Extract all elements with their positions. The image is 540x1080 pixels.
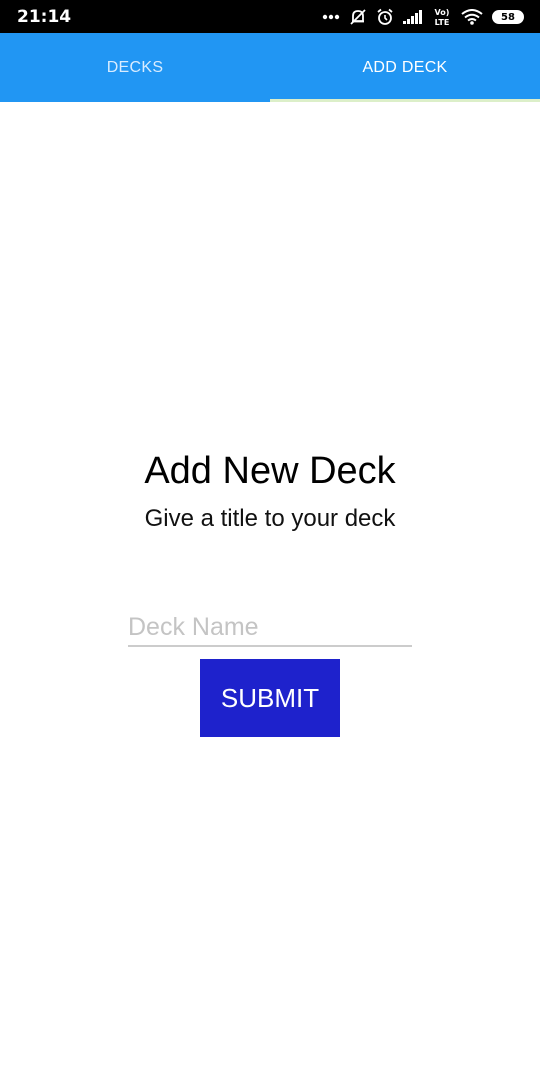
svg-text:LTE: LTE [435, 18, 450, 27]
tab-decks[interactable]: DECKS [0, 33, 270, 102]
page-title: Add New Deck [144, 450, 396, 492]
battery-icon: 58 [492, 10, 524, 24]
notifications-off-icon [349, 8, 367, 26]
add-deck-screen: Add New Deck Give a title to your deck S… [0, 102, 540, 1080]
more-dots-icon [322, 14, 340, 20]
battery-level: 58 [501, 11, 515, 23]
svg-text:Vo): Vo) [435, 8, 450, 17]
page-subtitle: Give a title to your deck [144, 505, 396, 532]
tab-add-deck[interactable]: ADD DECK [270, 33, 540, 102]
status-time: 21:14 [17, 7, 72, 27]
alarm-icon [376, 8, 394, 26]
tab-bar: DECKS ADD DECK [0, 33, 540, 102]
signal-icon [403, 10, 423, 24]
wifi-icon [461, 9, 483, 25]
status-bar: 21:14 Vo) LTE 58 [0, 0, 540, 33]
status-icons: Vo) LTE 58 [322, 6, 524, 28]
tab-add-deck-label: ADD DECK [362, 58, 448, 76]
deck-name-input[interactable] [128, 609, 412, 647]
tab-decks-label: DECKS [106, 58, 164, 76]
submit-button[interactable]: SUBMIT [200, 659, 340, 737]
volte-lte-icon: Vo) LTE [432, 7, 452, 27]
